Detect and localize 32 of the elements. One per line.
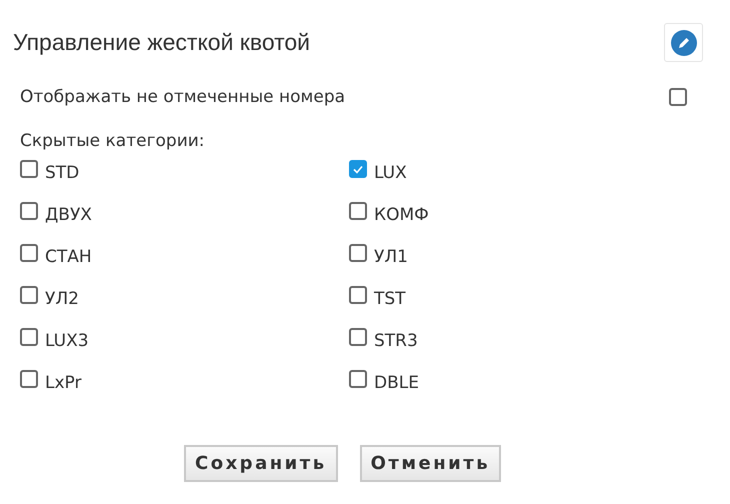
category-label: STR3	[374, 330, 418, 353]
checkbox[interactable]	[20, 328, 38, 346]
category-label: УЛ2	[45, 288, 79, 311]
checkbox[interactable]	[349, 160, 367, 178]
category-label: DBLE	[374, 372, 419, 395]
category-label: TST	[374, 288, 406, 311]
category-label: КОМФ	[374, 204, 429, 227]
category-label: STD	[45, 162, 80, 185]
checkbox[interactable]	[349, 286, 367, 304]
pencil-icon	[670, 30, 696, 56]
section-label: Скрытые категории:	[20, 131, 206, 151]
checkbox[interactable]	[349, 244, 367, 262]
checkbox[interactable]	[349, 202, 367, 220]
checkbox[interactable]	[20, 202, 38, 220]
category-label: ДВУХ	[45, 204, 92, 227]
checkbox[interactable]	[20, 370, 38, 388]
checkbox[interactable]	[20, 286, 38, 304]
checkbox[interactable]	[349, 370, 367, 388]
option-label: Отображать не отмеченные номера	[20, 87, 346, 107]
edit-button[interactable]	[664, 23, 703, 62]
category-label: УЛ1	[374, 246, 408, 269]
checkbox[interactable]	[20, 244, 38, 262]
category-label: LUX3	[45, 330, 89, 353]
category-label: СТАН	[45, 246, 92, 269]
cancel-button[interactable]: Отменить	[360, 445, 502, 482]
category-label: LxPr	[45, 372, 82, 395]
category-label: LUX	[374, 162, 407, 185]
checkbox[interactable]	[669, 88, 687, 106]
save-button[interactable]: Сохранить	[184, 445, 338, 482]
checkbox[interactable]	[349, 328, 367, 346]
panel-title: Управление жесткой квотой	[13, 29, 310, 56]
checkbox[interactable]	[20, 160, 38, 178]
